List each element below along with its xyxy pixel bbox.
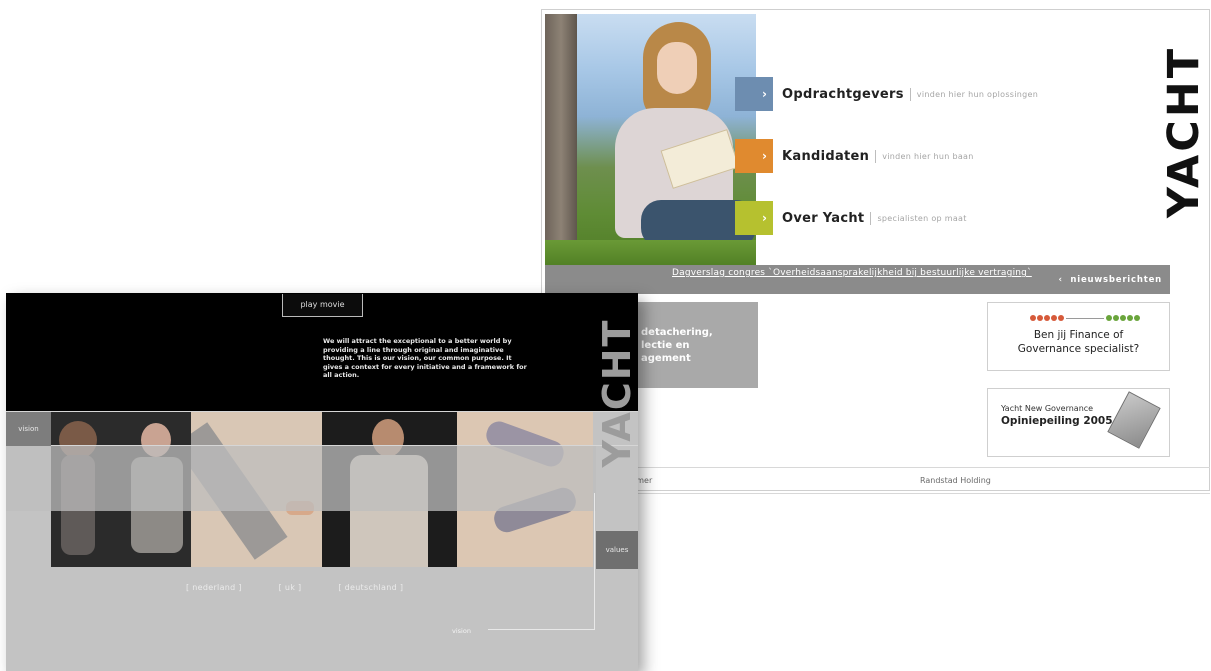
dot xyxy=(1044,315,1050,321)
report-book-icon xyxy=(1107,391,1161,449)
dot xyxy=(1030,315,1036,321)
lang-uk[interactable]: [ uk ] xyxy=(279,583,302,592)
nav-title[interactable]: Opdrachtgevers xyxy=(782,87,904,102)
nav-title[interactable]: Kandidaten xyxy=(782,149,869,164)
dot xyxy=(1058,315,1064,321)
nav-subtitle: vinden hier hun baan xyxy=(882,151,974,161)
finance-banner-text: Ben jij Finance of Governance specialist… xyxy=(1017,329,1140,355)
news-bar: Dagverslag congres `Overheidsaansprakeli… xyxy=(545,265,1170,294)
governance-poll-banner[interactable]: Yacht New Governance Opiniepeiling 2005 xyxy=(987,388,1170,457)
vision-link-bottom[interactable]: vision xyxy=(452,627,471,635)
mission-text: We will attract the exceptional to a bet… xyxy=(323,337,527,379)
finance-specialist-banner[interactable]: Ben jij Finance of Governance specialist… xyxy=(987,302,1170,371)
nav-row-1[interactable]: › Opdrachtgevers vinden hier hun oplossing… xyxy=(735,77,1038,111)
dot xyxy=(1120,315,1126,321)
news-headline-link[interactable]: Dagverslag congres `Overheidsaansprakeli… xyxy=(672,268,1032,278)
dots-graphic xyxy=(1030,315,1140,323)
nav-arrow-button[interactable]: › xyxy=(735,201,773,235)
governance-line-2: Opiniepeiling 2005 xyxy=(1001,415,1113,427)
nav-arrow-button[interactable]: › xyxy=(735,139,773,173)
nav-arrow-button[interactable]: › xyxy=(735,77,773,111)
divider-top xyxy=(6,411,638,412)
divider-mid xyxy=(6,445,638,446)
dot-connector xyxy=(1066,318,1104,319)
footer-randstad-link[interactable]: Randstad Holding xyxy=(920,476,991,485)
dot xyxy=(1037,315,1043,321)
nav-separator xyxy=(909,87,911,101)
governance-line-1: Yacht New Governance xyxy=(1001,404,1094,413)
hero-photo-reading-woman xyxy=(545,14,756,270)
nav-subtitle: vinden hier hun oplossingen xyxy=(916,89,1039,99)
news-button-label: nieuwsberichten xyxy=(1070,275,1162,285)
yacht-homepage: › Opdrachtgevers vinden hier hun oplossing… xyxy=(541,9,1210,494)
values-button[interactable]: values xyxy=(596,531,638,569)
nav-title[interactable]: Over Yacht xyxy=(782,211,864,226)
dot xyxy=(1106,315,1112,321)
vision-button[interactable]: vision xyxy=(6,412,51,446)
dot xyxy=(1113,315,1119,321)
news-button[interactable]: ‹ nieuwsberichten xyxy=(1059,275,1162,285)
dot xyxy=(1127,315,1133,321)
yacht-logo: YACHT xyxy=(1159,45,1209,219)
yacht-flash-site: play movie We will attract the exception… xyxy=(6,293,638,671)
nav-separator xyxy=(870,211,872,225)
nav-row-2[interactable]: › Kandidaten vinden hier hun baan xyxy=(735,139,974,173)
lang-deutschland[interactable]: [ deutschland ] xyxy=(338,583,403,592)
dot xyxy=(1051,315,1057,321)
dot xyxy=(1134,315,1140,321)
nav-row-3[interactable]: › Over Yacht specialisten op maat xyxy=(735,201,967,235)
yacht-logo-vertical: YACHT xyxy=(595,318,638,468)
nav-subtitle: specialisten op maat xyxy=(877,213,967,223)
nav-separator xyxy=(875,149,877,163)
vision-connector-line xyxy=(488,629,594,630)
translucent-band xyxy=(6,445,596,511)
footer: imer Randstad Holding xyxy=(545,467,1210,494)
vision-connector-vertical xyxy=(594,493,595,630)
detachering-text: detachering, lectie en agement xyxy=(641,327,713,364)
play-movie-button[interactable]: play movie xyxy=(282,294,363,317)
language-selector: [ nederland ] [ uk ] [ deutschland ] xyxy=(186,583,437,592)
lang-nederland[interactable]: [ nederland ] xyxy=(186,583,242,592)
